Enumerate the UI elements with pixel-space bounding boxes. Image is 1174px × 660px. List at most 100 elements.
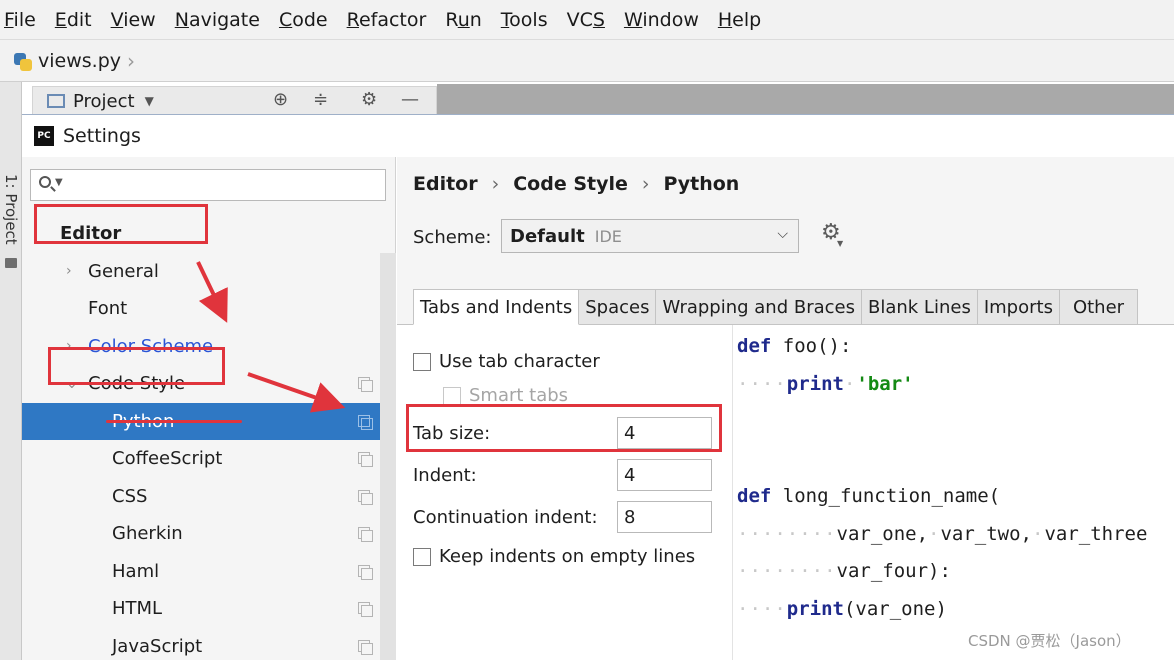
menu-item-5[interactable]: Refactor <box>347 9 427 31</box>
continuation-indent-input[interactable]: 8 <box>617 501 712 533</box>
project-panel-title[interactable]: Project <box>73 91 135 112</box>
navigation-bar: views.py › <box>0 40 1174 82</box>
indent-input[interactable]: 4 <box>617 459 712 491</box>
menu-item-8[interactable]: VCS <box>567 9 605 31</box>
gear-icon[interactable]: ⚙ <box>361 89 377 110</box>
code-line: ····print·'bar' <box>737 372 914 395</box>
settings-search-input[interactable]: ▼ <box>30 169 386 201</box>
use-tab-character-checkbox[interactable]: Use tab character <box>413 351 600 372</box>
menu-item-7[interactable]: Tools <box>501 9 548 31</box>
dialog-title: Settings <box>63 125 141 147</box>
crumb-python: Python <box>663 173 740 195</box>
settings-dialog: PC Settings ▼ Editor › General Font › Color S… <box>22 114 1174 660</box>
tab-tabs-and-indents[interactable]: Tabs and Indents <box>413 289 580 325</box>
breadcrumb-separator: › <box>641 173 650 195</box>
menu-item-6[interactable]: Run <box>445 9 481 31</box>
tree-item-label: CSS <box>112 485 148 507</box>
crumb-editor: Editor <box>413 173 478 195</box>
keep-indents-checkbox[interactable]: Keep indents on empty lines <box>413 546 695 567</box>
tool-window-strip: 1: Project <box>0 82 22 660</box>
chevron-down-icon: ▼ <box>55 177 63 188</box>
smart-tabs-label: Smart tabs <box>469 385 569 406</box>
project-view-icon <box>47 94 65 108</box>
checkbox-box[interactable] <box>413 547 431 566</box>
python-file-icon <box>14 51 32 71</box>
smart-tabs-checkbox: Smart tabs <box>443 385 568 406</box>
project-scheme-icon <box>358 452 373 467</box>
checkbox-box[interactable] <box>413 352 431 371</box>
menu-item-4[interactable]: Code <box>279 9 328 31</box>
tab-blank-lines[interactable]: Blank Lines <box>862 289 978 325</box>
minimize-icon[interactable]: — <box>401 89 419 110</box>
annotation-underline-python <box>106 420 242 423</box>
tree-item-label: CoffeeScript <box>112 448 223 469</box>
code-style-tabs: Tabs and Indents Spaces Wrapping and Bra… <box>413 289 1139 325</box>
tree-item-css[interactable]: CSS <box>22 478 380 515</box>
crumb-code-style: Code Style <box>513 173 628 195</box>
scheme-hint: IDE <box>594 226 622 246</box>
menu-bar: File Edit View Navigate Code Refactor Run Tools… <box>0 0 1174 40</box>
menu-item-1[interactable]: Edit <box>55 9 92 31</box>
code-line: def long_function_name( <box>737 485 1001 507</box>
tab-wrapping-and-braces[interactable]: Wrapping and Braces <box>656 289 862 325</box>
tree-item-html[interactable]: HTML <box>22 590 380 627</box>
project-scheme-icon <box>358 602 373 617</box>
menu-item-0[interactable]: File <box>4 9 36 31</box>
project-scheme-icon <box>358 414 373 430</box>
scheme-select[interactable]: Default IDE ⌵ <box>501 219 799 253</box>
menu-item-10[interactable]: Help <box>718 9 761 31</box>
scheme-value: Default <box>510 225 585 247</box>
watermark: CSDN @贾松（Jason） <box>968 632 1131 650</box>
project-scheme-icon <box>358 564 373 580</box>
tree-item-gherkin[interactable]: Gherkin <box>22 515 380 552</box>
checkbox-box <box>443 386 461 405</box>
tree-item-coffeescript[interactable]: CoffeeScript <box>22 440 380 477</box>
use-tab-character-label: Use tab character <box>439 351 600 372</box>
tree-item-haml[interactable]: Haml <box>22 553 380 590</box>
tree-item-label: Haml <box>112 560 160 582</box>
pycharm-logo-icon: PC <box>34 126 54 146</box>
folder-icon <box>5 258 17 268</box>
dialog-title-bar: PC Settings <box>22 115 1174 157</box>
chevron-right-icon[interactable]: › <box>66 263 72 279</box>
tree-item-label: General <box>88 260 159 282</box>
tree-item-label: Gherkin <box>112 523 183 544</box>
chevron-down-icon[interactable]: ▼ <box>145 94 154 108</box>
search-icon <box>39 176 51 188</box>
breadcrumb-separator: › <box>491 173 500 195</box>
continuation-indent-label: Continuation indent: <box>413 507 598 528</box>
indent-label: Indent: <box>413 465 477 486</box>
menu-item-9[interactable]: Window <box>624 9 699 31</box>
tab-imports[interactable]: Imports <box>977 289 1060 325</box>
code-line: ········var_four): <box>737 560 951 582</box>
chevron-down-icon: ⌵ <box>777 226 788 242</box>
project-scheme-icon <box>358 527 373 542</box>
menu-item-3[interactable]: Navigate <box>175 9 260 31</box>
project-tool-button[interactable]: 1: Project <box>2 174 20 245</box>
tab-other[interactable]: Other <box>1059 289 1139 325</box>
project-scheme-icon <box>358 639 373 655</box>
project-scheme-icon <box>358 489 373 505</box>
scheme-gear-icon[interactable]: ⚙ ▼ <box>821 222 843 249</box>
annotation-box-tab-size <box>406 404 722 452</box>
scheme-label: Scheme: <box>413 227 492 248</box>
code-line: def foo(): <box>737 335 852 357</box>
code-preview: def foo(): ····print·'bar' def long_functi… <box>732 325 1174 660</box>
tree-item-font[interactable]: Font <box>22 290 380 327</box>
collapse-icon[interactable]: ≑ <box>313 89 328 110</box>
editor-background-strip <box>437 84 1174 114</box>
locate-icon[interactable]: ⊕ <box>273 89 288 110</box>
tree-item-general[interactable]: › General <box>22 253 380 290</box>
menu-item-2[interactable]: View <box>111 9 156 31</box>
code-line: ········var_one,·var_two,·var_three <box>737 522 1148 545</box>
tabs-and-indents-options: Use tab character Smart tabs Tab size: 4… <box>397 325 732 660</box>
nav-file-crumb[interactable]: views.py <box>38 50 121 72</box>
tab-spaces[interactable]: Spaces <box>579 289 657 325</box>
code-line: ····print(var_one) <box>737 597 947 620</box>
annotation-box-code-style <box>48 347 225 385</box>
annotation-box-editor <box>34 204 208 244</box>
breadcrumb: Editor › Code Style › Python <box>413 173 739 195</box>
tree-item-javascript[interactable]: JavaScript <box>22 628 380 660</box>
tree-scrollbar[interactable] <box>380 253 396 660</box>
project-scheme-icon <box>358 377 373 392</box>
